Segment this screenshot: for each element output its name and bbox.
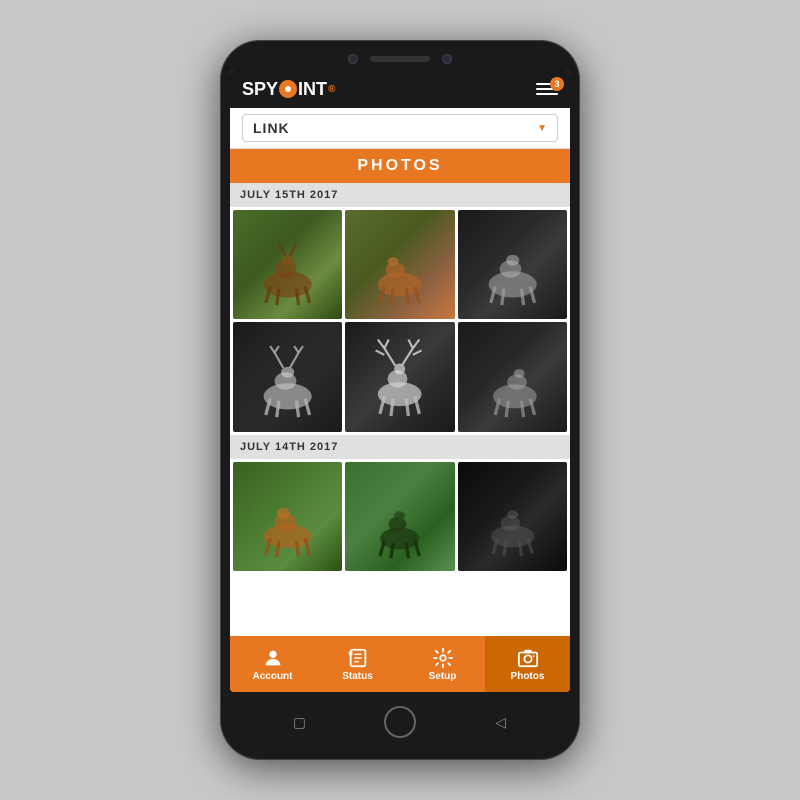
- setup-icon: [432, 647, 454, 669]
- dropdown-arrow-icon: ▼: [537, 123, 547, 134]
- menu-badge: 3: [550, 77, 564, 91]
- menu-line-3: [536, 93, 558, 95]
- photo-thumb[interactable]: [458, 322, 567, 431]
- photo-thumb[interactable]: [458, 210, 567, 319]
- status-icon: [347, 647, 369, 669]
- phone-screen: SPY INT ® 3 LINK ▼ PHOTOS: [230, 70, 570, 692]
- photo-thumb[interactable]: [233, 322, 342, 431]
- camera-name: LINK: [253, 120, 290, 136]
- camera-selector-area: LINK ▼: [230, 108, 570, 149]
- photos-title-bar: PHOTOS: [230, 149, 570, 183]
- camera-dropdown[interactable]: LINK ▼: [242, 114, 558, 142]
- hw-home-button[interactable]: [384, 706, 416, 738]
- photos-title-text: PHOTOS: [357, 157, 442, 174]
- account-icon: [262, 647, 284, 669]
- app-logo: SPY INT ®: [242, 79, 335, 100]
- front-camera: [348, 54, 358, 64]
- nav-item-photos[interactable]: Photos: [485, 636, 570, 692]
- phone-speaker: [370, 56, 430, 62]
- nav-item-setup[interactable]: Setup: [400, 636, 485, 692]
- photo-grid-july15: [230, 207, 570, 435]
- hw-back-button[interactable]: ◁: [487, 713, 515, 731]
- photo-thumb[interactable]: [233, 462, 342, 571]
- nav-photos-label: Photos: [511, 671, 545, 682]
- photo-thumb[interactable]: [345, 210, 454, 319]
- photos-icon: [517, 647, 539, 669]
- front-sensor: [442, 54, 452, 64]
- nav-setup-label: Setup: [429, 671, 457, 682]
- logo-dot-inner: [285, 86, 291, 92]
- logo-point-text: INT: [298, 79, 327, 100]
- nav-status-label: Status: [342, 671, 373, 682]
- photo-thumb[interactable]: [458, 462, 567, 571]
- nav-account-label: Account: [253, 671, 293, 682]
- date-header-july15: JULY 15TH 2017: [230, 183, 570, 207]
- phone-top-hardware: [230, 54, 570, 64]
- logo-trademark: ®: [328, 84, 335, 95]
- photo-grid-july14: [230, 459, 570, 574]
- photos-scroll-area[interactable]: JULY 15TH 2017: [230, 183, 570, 636]
- date-header-july14: JULY 14TH 2017: [230, 435, 570, 459]
- bottom-nav: Account Status Setup: [230, 636, 570, 692]
- photo-thumb[interactable]: [345, 322, 454, 431]
- app-header: SPY INT ® 3: [230, 70, 570, 108]
- logo-dot-icon: [279, 80, 297, 98]
- phone-frame: SPY INT ® 3 LINK ▼ PHOTOS: [220, 40, 580, 760]
- menu-button[interactable]: 3: [536, 83, 558, 95]
- nav-item-account[interactable]: Account: [230, 636, 315, 692]
- phone-bottom-hardware: ▢ ◁: [230, 698, 570, 746]
- logo-spy-text: SPY: [242, 79, 278, 100]
- hw-recent-button[interactable]: ▢: [285, 713, 313, 731]
- nav-item-status[interactable]: Status: [315, 636, 400, 692]
- photo-thumb[interactable]: [233, 210, 342, 319]
- photo-thumb[interactable]: [345, 462, 454, 571]
